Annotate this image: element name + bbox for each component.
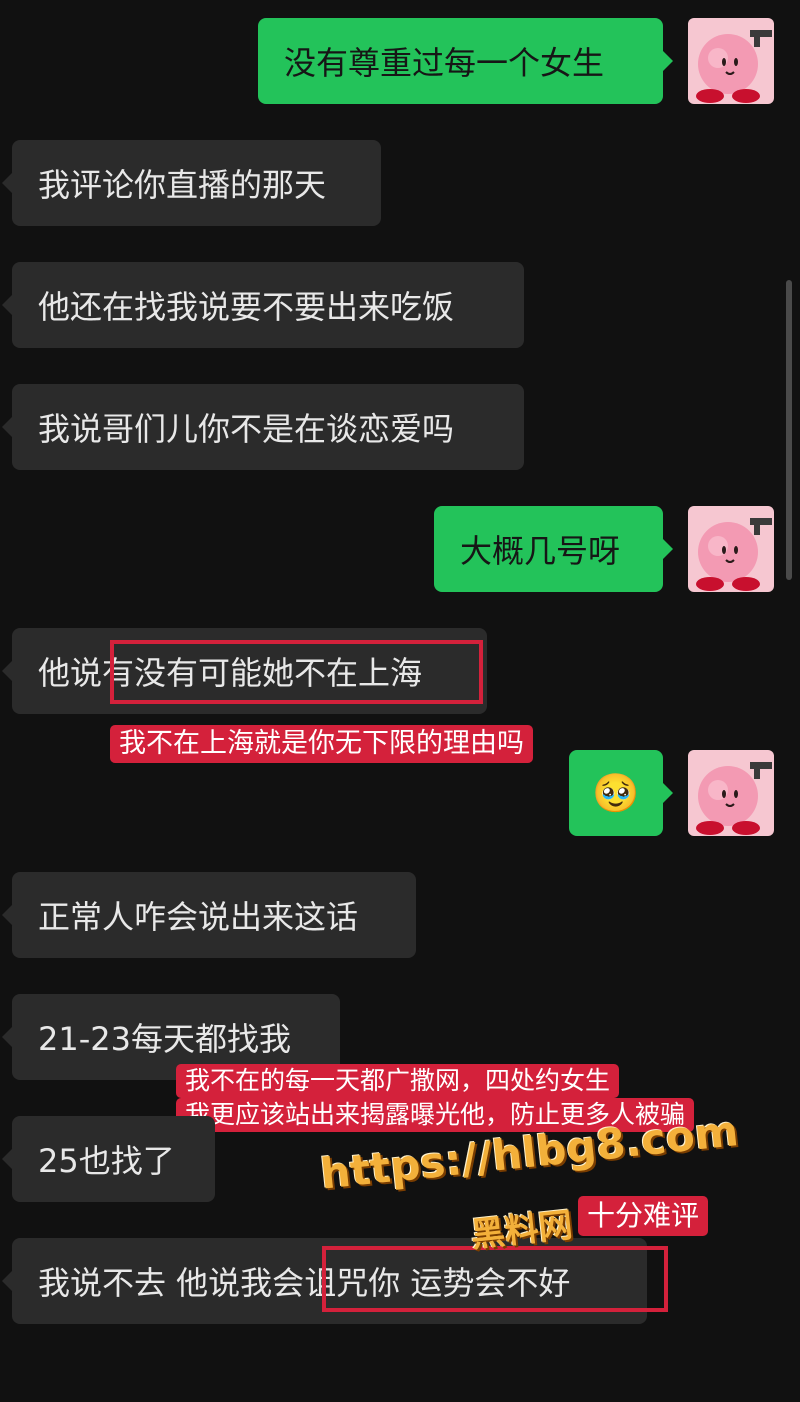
message-text: 我说不去 他说我会 bbox=[38, 1264, 305, 1302]
pink-plush-with-gun-avatar-icon bbox=[688, 18, 774, 104]
avatar[interactable] bbox=[688, 18, 774, 104]
message-text: 我评论你直播的那天 bbox=[38, 166, 327, 204]
highlight-box bbox=[322, 1246, 668, 1312]
message-text: 正常人咋会说出来这话 bbox=[38, 898, 359, 936]
message-text: 25也找了 bbox=[38, 1142, 175, 1180]
pleading-face-emoji-icon: 🥹 bbox=[592, 770, 640, 815]
annotation-note: 我不在上海就是你无下限的理由吗 bbox=[110, 725, 533, 763]
outgoing-message[interactable]: 没有尊重过每一个女生 bbox=[258, 18, 673, 104]
pink-plush-with-gun-avatar-icon bbox=[688, 750, 774, 836]
message-text: 他说 bbox=[38, 654, 103, 692]
message-text: 没有尊重过每一个女生 bbox=[284, 44, 605, 82]
incoming-message[interactable]: 我说哥们儿你不是在谈恋爱吗 bbox=[2, 384, 524, 470]
scrollbar[interactable] bbox=[786, 280, 792, 580]
message-text: 21-23每天都找我 bbox=[38, 1020, 291, 1058]
incoming-message[interactable]: 正常人咋会说出来这话 bbox=[2, 872, 416, 958]
message-text: 他还在找我说要不要出来吃饭 bbox=[38, 288, 455, 326]
pink-plush-with-gun-avatar-icon bbox=[688, 506, 774, 592]
avatar[interactable] bbox=[688, 506, 774, 592]
annotation-note: 我不在的每一天都广撒网，四处约女生 bbox=[176, 1064, 620, 1098]
message-text: 我说哥们儿你不是在谈恋爱吗 bbox=[38, 410, 455, 448]
incoming-message[interactable]: 我评论你直播的那天 bbox=[2, 140, 381, 226]
message-text: 大概几号呀 bbox=[460, 532, 621, 570]
annotation-note: 十分难评 bbox=[578, 1196, 709, 1236]
outgoing-message[interactable]: 大概几号呀 bbox=[434, 506, 673, 592]
incoming-message[interactable]: 他还在找我说要不要出来吃饭 bbox=[2, 262, 524, 348]
highlight-box bbox=[110, 640, 483, 704]
outgoing-message[interactable]: 🥹 bbox=[569, 750, 673, 836]
avatar[interactable] bbox=[688, 750, 774, 836]
incoming-message[interactable]: 25也找了 bbox=[2, 1116, 215, 1202]
